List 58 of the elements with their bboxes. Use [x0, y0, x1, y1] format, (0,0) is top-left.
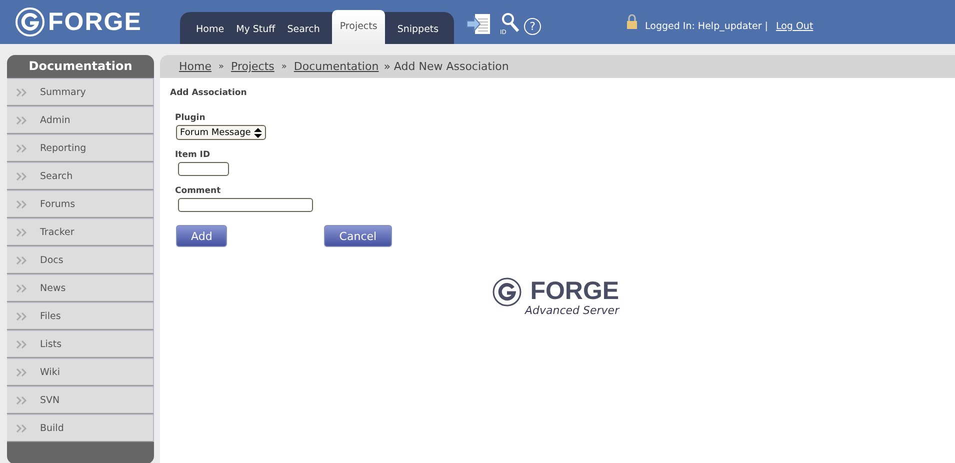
sidebar-item[interactable]: Lists [7, 330, 154, 358]
cancel-button[interactable]: Cancel [324, 225, 392, 247]
sidebar-item[interactable]: Files [7, 302, 154, 330]
sidebar-title: Documentation [7, 55, 154, 78]
sidebar-item[interactable]: Forums [7, 190, 154, 218]
double-chevron-icon [16, 144, 28, 152]
logo-text: FORGE [530, 277, 620, 305]
login-status: Logged In: Help_updater | [645, 21, 768, 32]
document-arrow-icon[interactable] [466, 12, 492, 36]
logo-text: FORGE [48, 8, 142, 36]
nav-tab[interactable]: Snippets [391, 16, 445, 44]
sidebar-item[interactable]: Admin [7, 106, 154, 134]
double-chevron-icon [16, 256, 28, 264]
lock-icon [626, 14, 638, 29]
double-chevron-icon [16, 284, 28, 292]
double-chevron-icon [16, 116, 28, 124]
add-button[interactable]: Add [176, 225, 228, 247]
plugin-select[interactable]: Forum Message [176, 125, 266, 140]
double-chevron-icon [16, 172, 28, 180]
logo-icon [492, 277, 522, 307]
double-chevron-icon [16, 228, 28, 236]
double-chevron-icon [16, 340, 28, 348]
breadcrumb-separator: » [281, 62, 287, 72]
double-chevron-icon [16, 424, 28, 432]
double-chevron-icon [16, 312, 28, 320]
nav-tab[interactable]: Search [281, 16, 326, 44]
breadcrumb-link[interactable]: Documentation [294, 60, 379, 73]
logout-link[interactable]: Log Out [776, 21, 814, 32]
double-chevron-icon [16, 396, 28, 404]
breadcrumb-separator: » [218, 62, 224, 72]
sidebar-item[interactable]: SVN [7, 386, 154, 414]
sidebar-item[interactable]: Tracker [7, 218, 154, 246]
item-id-field[interactable] [178, 162, 229, 176]
sidebar-item[interactable]: Reporting [7, 134, 154, 162]
nav-tab[interactable]: Home [190, 16, 230, 44]
double-chevron-icon [16, 88, 28, 96]
field-label: Item ID [175, 150, 210, 160]
sidebar-item[interactable]: Wiki [7, 358, 154, 386]
breadcrumb-link[interactable]: Projects [231, 60, 274, 73]
form-title: Add Association [170, 88, 247, 98]
field-label: Comment [175, 186, 221, 196]
sidebar-item[interactable]: Search [7, 162, 154, 190]
help-icon[interactable]: ? [524, 18, 541, 35]
double-chevron-icon [16, 200, 28, 208]
nav-tab[interactable]: Projects [332, 10, 386, 44]
sidebar-item[interactable]: News [7, 274, 154, 302]
breadcrumb-current: » Add New Association [384, 60, 509, 73]
logo-subtitle: Advanced Server [525, 305, 620, 317]
up-down-arrows-icon [254, 128, 262, 138]
logo-icon [15, 7, 45, 37]
nav-tab[interactable]: My Stuff [230, 16, 282, 44]
sidebar-item[interactable]: Build [7, 414, 154, 442]
comment-field[interactable] [178, 198, 313, 212]
sidebar-item[interactable]: Summary [7, 78, 154, 106]
sidebar-item[interactable]: Docs [7, 246, 154, 274]
breadcrumb-link[interactable]: Home [179, 60, 212, 73]
double-chevron-icon [16, 368, 28, 376]
field-label: Plugin [175, 113, 206, 123]
